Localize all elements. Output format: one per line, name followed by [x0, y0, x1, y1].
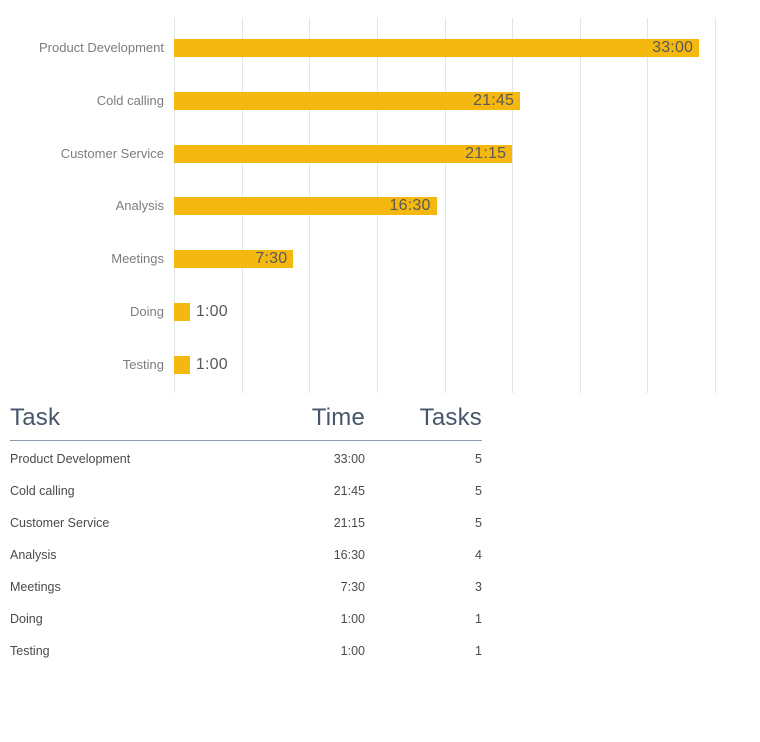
table-row[interactable]: Product Development 33:00 5	[10, 441, 482, 476]
chart-bar-value-label: 16:30	[389, 197, 431, 215]
chart-bar-row: 1:00	[174, 303, 760, 321]
chart-category-label: Cold calling	[96, 92, 164, 108]
chart-bar-value-label: 21:15	[465, 144, 507, 162]
cell-task-name: Testing	[10, 644, 50, 658]
table-row[interactable]: Customer Service 21:15 5	[10, 507, 482, 539]
cell-task-name: Analysis	[10, 548, 57, 562]
column-header-time[interactable]: Time	[240, 404, 365, 441]
cell-task-count: 1	[475, 612, 482, 626]
chart-category-label: Testing	[122, 356, 164, 372]
table-body: Product Development 33:00 5 Cold calling 21:…	[10, 441, 482, 668]
chart-category-label: Meetings	[111, 251, 164, 267]
table-row[interactable]: Doing 1:00 1	[10, 603, 482, 635]
cell-time: 16:30	[333, 548, 365, 562]
task-summary-table: Task Time Tasks Product Development 33:00…	[10, 404, 482, 667]
cell-task-name: Doing	[10, 612, 43, 626]
cell-time: 7:30	[340, 580, 365, 594]
chart-bar-row: 21:45	[174, 91, 760, 110]
chart-bar[interactable]: 21:45	[174, 91, 521, 110]
cell-task-count: 3	[475, 580, 482, 594]
chart-bar-row: 33:00	[174, 39, 760, 57]
column-header-task[interactable]: Task	[10, 404, 240, 441]
cell-task-count: 5	[475, 484, 482, 498]
table-row[interactable]: Analysis 16:30 4	[10, 539, 482, 571]
chart-bar[interactable]: 1:00	[174, 303, 228, 321]
cell-time: 21:15	[333, 516, 365, 530]
chart-bar-value-label: 7:30	[255, 250, 288, 268]
chart-bar-value-label: 1:00	[195, 355, 228, 373]
cell-time: 21:45	[333, 484, 365, 498]
cell-task-count: 1	[475, 644, 482, 658]
cell-task-count: 5	[475, 516, 482, 530]
chart-bar[interactable]: 7:30	[174, 250, 294, 269]
cell-time: 33:00	[333, 452, 365, 466]
cell-task-count: 5	[475, 452, 482, 466]
task-summary-table-region: Task Time Tasks Product Development 33:00…	[0, 404, 760, 667]
column-header-tasks[interactable]: Tasks	[365, 404, 482, 441]
table-row[interactable]: Meetings 7:30 3	[10, 571, 482, 603]
table-row[interactable]: Cold calling 21:45 5	[10, 475, 482, 507]
cell-time: 1:00	[340, 612, 365, 626]
chart-bar-row: 1:00	[174, 355, 760, 374]
cell-task-count: 4	[475, 548, 482, 562]
chart-bar-row: 21:15	[174, 144, 760, 163]
table-header-row: Task Time Tasks	[10, 404, 482, 441]
chart-category-label: Product Development	[38, 40, 164, 55]
chart-bar-row: 7:30	[174, 250, 760, 269]
chart-bar[interactable]: 16:30	[174, 197, 437, 216]
chart-bar[interactable]: 1:00	[174, 355, 228, 374]
chart-bar-value-label: 21:45	[473, 91, 515, 109]
chart-category-label: Analysis	[115, 198, 164, 214]
chart-bars: 33:00 21:45 21:15 16:30 7:30 1:00 1:00	[174, 18, 760, 393]
chart-category-label: Doing	[130, 304, 164, 319]
cell-task-name: Meetings	[10, 580, 61, 594]
time-report-chart: Product Development Cold calling Customer …	[0, 0, 760, 396]
table-header: Task Time Tasks	[10, 404, 482, 441]
table-row[interactable]: Testing 1:00 1	[10, 635, 482, 667]
cell-task-name: Customer Service	[10, 516, 110, 530]
chart-bar-value-label: 33:00	[652, 39, 694, 56]
chart-category-label: Customer Service	[60, 145, 164, 161]
chart-bar[interactable]: 33:00	[174, 39, 700, 57]
chart-bar[interactable]: 21:15	[174, 144, 513, 163]
chart-category-axis: Product Development Cold calling Customer …	[0, 18, 164, 393]
chart-bar-value-label: 1:00	[195, 303, 228, 320]
chart-bar-row: 16:30	[174, 197, 760, 216]
cell-time: 1:00	[340, 644, 365, 658]
cell-task-name: Product Development	[10, 452, 131, 466]
cell-task-name: Cold calling	[10, 484, 75, 498]
